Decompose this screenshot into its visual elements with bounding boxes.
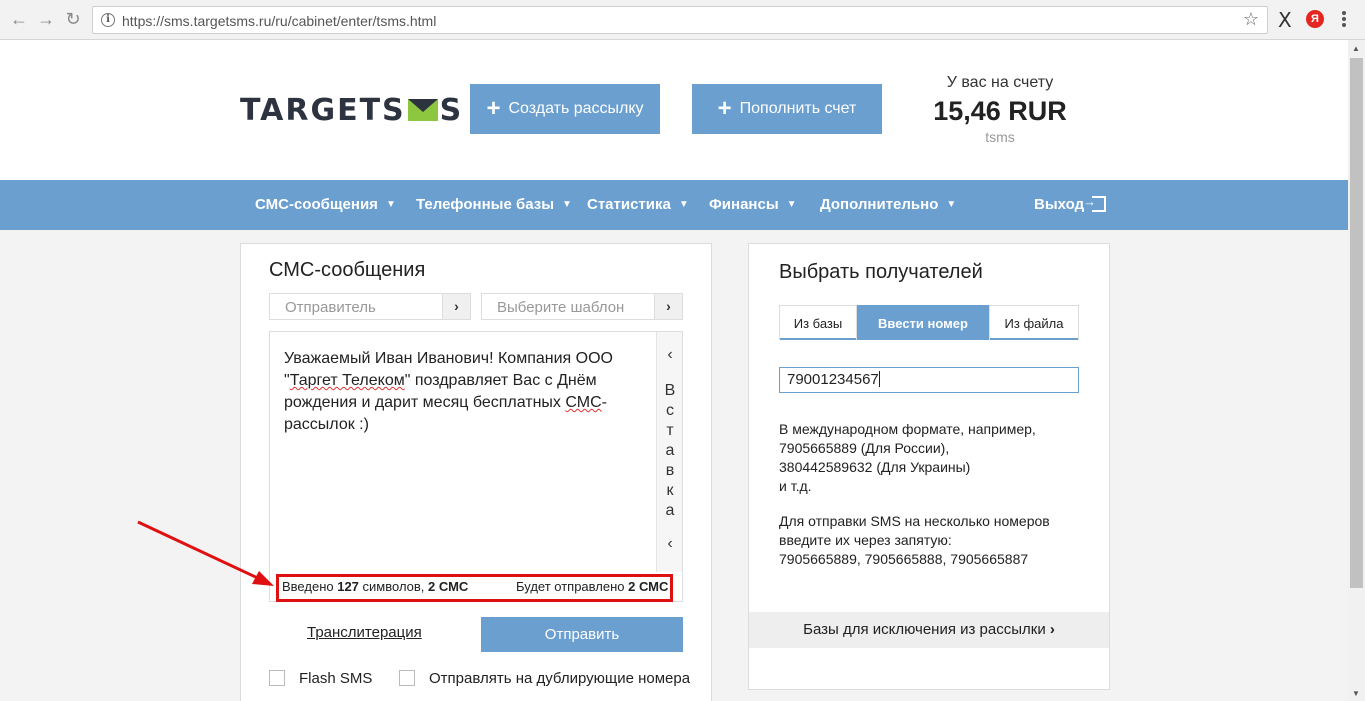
insert-letter: к bbox=[666, 482, 674, 499]
url-text[interactable]: https://sms.targetsms.ru/ru/cabinet/ente… bbox=[122, 13, 436, 29]
nav-item-sms[interactable]: СМС-сообщения ▼ bbox=[255, 196, 396, 213]
main-nav: СМС-сообщения ▼ Телефонные базы ▼ Статисти… bbox=[0, 180, 1348, 230]
exclusion-label: Базы для исключения из рассылки bbox=[803, 621, 1046, 638]
insert-sidebar-tab[interactable]: ‹ В с т а в к а ‹ bbox=[656, 332, 682, 572]
sms-panel-title: СМС-сообщения bbox=[269, 259, 426, 281]
exclusion-bases-link[interactable]: Базы для исключения из рассылки › bbox=[749, 612, 1109, 648]
envelope-icon bbox=[407, 99, 438, 121]
browser-menu-icon[interactable] bbox=[1342, 11, 1346, 29]
message-line: рассылок :) bbox=[284, 416, 369, 433]
address-bar[interactable]: i https://sms.targetsms.ru/ru/cabinet/en… bbox=[92, 6, 1268, 34]
reload-icon[interactable]: ↻ bbox=[62, 8, 84, 30]
text-caret bbox=[878, 371, 880, 387]
hint-line: 7905665889 (Для России), bbox=[779, 440, 950, 456]
chevron-down-icon: ▼ bbox=[786, 199, 797, 210]
bookmark-star-icon[interactable]: ☆ bbox=[1243, 9, 1259, 30]
plus-icon: + bbox=[717, 95, 732, 122]
hint-line: 380442589632 (Для Украины) bbox=[779, 459, 971, 475]
balance-label: У вас на счету bbox=[946, 74, 1054, 91]
browser-toolbar: ← → ↻ i https://sms.targetsms.ru/ru/cabi… bbox=[0, 0, 1365, 40]
template-select[interactable]: Выберите шаблон › bbox=[481, 293, 683, 320]
insert-letter: В bbox=[664, 382, 676, 399]
message-line: Уважаемый Иван Иванович! Компания ООО bbox=[284, 350, 613, 367]
logo-text-right: S bbox=[439, 93, 464, 128]
nav-label: Дополнительно bbox=[820, 196, 939, 213]
template-placeholder: Выберите шаблон bbox=[497, 299, 625, 316]
flash-sms-checkbox[interactable] bbox=[269, 670, 285, 686]
forward-icon[interactable]: → bbox=[35, 8, 57, 30]
yandex-extension-icon[interactable]: Я bbox=[1306, 10, 1324, 28]
logout-label: Выход bbox=[1034, 196, 1085, 213]
duplicate-numbers-label[interactable]: Отправлять на дублирующие номера bbox=[429, 670, 690, 687]
chevron-left-icon: ‹ bbox=[667, 346, 673, 363]
nav-item-finance[interactable]: Финансы ▼ bbox=[709, 196, 797, 213]
chevron-down-icon: ▼ bbox=[562, 199, 572, 210]
scroll-down-icon[interactable]: ▼ bbox=[1352, 689, 1360, 698]
sender-select[interactable]: Отправитель › bbox=[269, 293, 471, 320]
message-text[interactable]: Уважаемый Иван Иванович! Компания ООО "Т… bbox=[284, 348, 644, 436]
info-icon[interactable]: i bbox=[101, 13, 115, 27]
tab-enter-number[interactable]: Ввести номер bbox=[857, 305, 989, 340]
hint-line: введите их через запятую: bbox=[779, 532, 952, 548]
format-hint: В международном формате, например, 79056… bbox=[779, 420, 1036, 496]
annotation-highlight-box bbox=[276, 574, 673, 602]
nav-item-statistics[interactable]: Статистика ▼ bbox=[587, 196, 689, 213]
tab-from-base[interactable]: Из базы bbox=[779, 305, 857, 340]
hint-line: В международном формате, например, bbox=[779, 421, 1036, 437]
targetsms-logo[interactable]: TARGETS S bbox=[240, 93, 463, 128]
chevron-down-icon: ▼ bbox=[678, 199, 689, 210]
scroll-up-icon[interactable]: ▲ bbox=[1352, 44, 1360, 53]
message-textarea[interactable]: Уважаемый Иван Иванович! Компания ООО "Т… bbox=[269, 331, 683, 573]
recipients-panel-title: Выбрать получателей bbox=[779, 261, 983, 283]
logo-text-left: TARGETS bbox=[240, 93, 406, 128]
chevron-right-icon[interactable]: › bbox=[442, 294, 470, 319]
chevron-right-icon[interactable]: › bbox=[654, 294, 682, 319]
hint-line: 7905665889, 7905665888, 7905665887 bbox=[779, 551, 1029, 567]
phone-value: 79001234567 bbox=[787, 371, 879, 388]
flash-sms-label[interactable]: Flash SMS bbox=[299, 670, 372, 687]
send-button[interactable]: Отправить bbox=[481, 617, 683, 652]
page-scrollbar[interactable]: ▲ ▼ bbox=[1348, 40, 1365, 701]
nav-item-phone-bases[interactable]: Телефонные базы ▼ bbox=[416, 196, 572, 213]
chevron-down-icon: ▼ bbox=[946, 199, 957, 210]
hint-line: Для отправки SMS на несколько номеров bbox=[779, 513, 1050, 529]
message-line: рождения и дарит месяц бесплатных СМС- bbox=[284, 394, 607, 411]
account-login: tsms bbox=[985, 129, 1015, 145]
plus-icon: + bbox=[486, 95, 501, 122]
message-line: "Таргет Телеком" поздравляет Вас с Днём bbox=[284, 372, 597, 389]
logout-link[interactable]: Выход bbox=[1034, 194, 1107, 213]
logout-icon bbox=[1083, 194, 1107, 212]
insert-letter: в bbox=[665, 462, 675, 479]
insert-letter: т bbox=[666, 422, 674, 439]
chevron-left-icon: ‹ bbox=[667, 535, 673, 552]
nav-label: Телефонные базы bbox=[416, 196, 555, 213]
topup-label: Пополнить счет bbox=[739, 100, 857, 117]
phone-number-input[interactable]: 79001234567 bbox=[779, 367, 1079, 393]
duplicate-numbers-checkbox[interactable] bbox=[399, 670, 415, 686]
nav-label: СМС-сообщения bbox=[255, 196, 378, 213]
hint-line: и т.д. bbox=[779, 478, 812, 494]
create-mailing-button[interactable]: + Создать рассылку bbox=[470, 84, 660, 134]
nav-label: Статистика bbox=[587, 196, 671, 213]
balance-block: У вас на счету 15,46 RUR tsms bbox=[920, 74, 1080, 145]
multiple-numbers-hint: Для отправки SMS на несколько номеров вв… bbox=[779, 512, 1050, 569]
create-mailing-label: Создать рассылку bbox=[508, 100, 644, 117]
scrollbar-thumb[interactable] bbox=[1350, 58, 1363, 588]
transliteration-link[interactable]: Транслитерация bbox=[307, 624, 422, 641]
insert-letter: а bbox=[665, 502, 675, 519]
balance-amount: 15,46 RUR bbox=[933, 96, 1067, 126]
topup-account-button[interactable]: + Пополнить счет bbox=[692, 84, 882, 134]
insert-letter: а bbox=[665, 442, 675, 459]
back-icon[interactable]: ← bbox=[8, 8, 30, 30]
insert-letter: с bbox=[666, 402, 674, 419]
nav-item-additional[interactable]: Дополнительно ▼ bbox=[820, 196, 956, 213]
chevron-down-icon: ▼ bbox=[385, 199, 396, 210]
recipient-tabs: Из базы Ввести номер Из файла bbox=[779, 305, 1079, 340]
extension-x-icon[interactable]: X bbox=[1278, 8, 1292, 32]
tab-from-file[interactable]: Из файла bbox=[989, 305, 1079, 340]
nav-label: Финансы bbox=[709, 196, 779, 213]
sender-placeholder: Отправитель bbox=[285, 299, 376, 316]
chevron-right-icon: › bbox=[1049, 621, 1055, 638]
